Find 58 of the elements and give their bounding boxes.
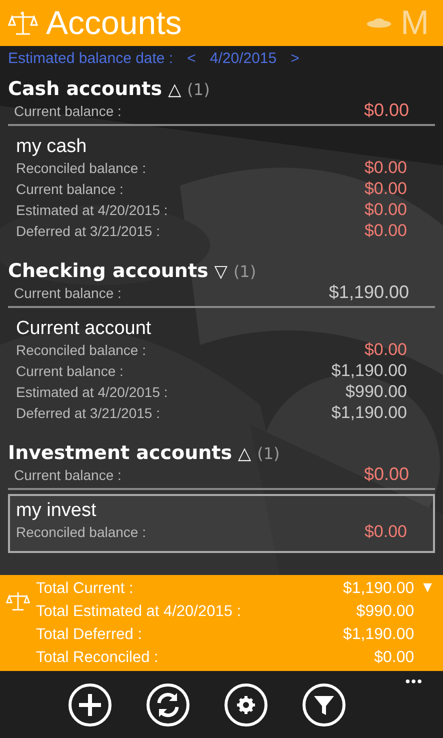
- add-button[interactable]: [68, 682, 112, 726]
- balance-label: Reconciled balance :: [16, 524, 146, 540]
- balance-value: $0.00: [364, 200, 408, 220]
- account-name: my invest: [15, 500, 98, 522]
- group-count: (1): [257, 444, 280, 463]
- balance-label: Reconciled balance :: [16, 342, 146, 358]
- balance-value: $1,190.00: [331, 403, 408, 423]
- account-card[interactable]: my invest Reconciled balance : $0.00: [8, 494, 435, 553]
- previous-date-button[interactable]: <: [183, 50, 200, 66]
- sync-button[interactable]: [146, 682, 190, 726]
- balance-value: $1,190.00: [328, 282, 410, 303]
- balance-value: $0.00: [364, 464, 410, 485]
- balance-value: $990.00: [346, 382, 408, 402]
- page-title: Accounts: [46, 4, 182, 42]
- total-value: $990.00: [356, 602, 414, 620]
- filter-button[interactable]: [302, 682, 346, 726]
- balance-label: Deferred at 3/21/2015 :: [16, 223, 160, 239]
- group-toggle[interactable]: △: [238, 444, 252, 464]
- balance-label: Current balance :: [14, 467, 122, 483]
- balance-label: Current balance :: [16, 363, 124, 379]
- scale-icon: [6, 589, 30, 613]
- balance-value: $0.00: [364, 179, 408, 199]
- balance-label: Deferred at 3/21/2015 :: [16, 405, 160, 421]
- balance-value: $1,190.00: [331, 361, 408, 381]
- balance-label: Current balance :: [14, 285, 122, 301]
- balance-value: $0.00: [364, 522, 408, 542]
- total-label: Total Current :: [36, 580, 134, 598]
- group-title[interactable]: Cash accounts: [8, 78, 162, 100]
- date-label: Estimated balance date :: [8, 50, 174, 66]
- total-label: Total Deferred :: [36, 626, 142, 644]
- balance-value: $0.00: [364, 221, 408, 241]
- total-value: $1,190.00: [342, 580, 414, 598]
- account-card[interactable]: my cash Reconciled balance : $0.00 Current balance : $0.00 Estimated at 4/20/2015 : $0.00 Deferred at 3/21/2015 : $0.00: [8, 130, 435, 252]
- total-value: $1,190.00: [342, 626, 414, 644]
- total-label: Total Estimated at 4/20/2015 :: [36, 602, 242, 620]
- group-count: (1): [187, 80, 210, 99]
- balance-label: Current balance :: [14, 103, 122, 119]
- total-value: $0.00: [374, 648, 414, 666]
- account-name: Current account: [15, 318, 152, 340]
- group-title[interactable]: Investment accounts: [8, 442, 232, 464]
- group-count: (1): [233, 262, 256, 281]
- balance-label: Current balance :: [16, 181, 124, 197]
- balance-value: $0.00: [364, 340, 408, 360]
- total-label: Total Reconciled :: [36, 648, 158, 666]
- balance-value: $0.00: [364, 158, 408, 178]
- balance-value: $0.00: [364, 100, 410, 121]
- group-toggle[interactable]: ▽: [214, 262, 228, 282]
- more-button[interactable]: •••: [405, 673, 423, 689]
- account-name: my cash: [15, 136, 88, 158]
- account-card[interactable]: Current account Reconciled balance : $0.00 Current balance : $1,190.00 Estimated at 4/20/2015 : $990.00 Deferred at 3/21/2015 : $1,190.00: [8, 312, 435, 434]
- balance-label: Reconciled balance :: [16, 160, 146, 176]
- settings-button[interactable]: [224, 682, 268, 726]
- balance-label: Estimated at 4/20/2015 :: [16, 202, 168, 218]
- next-date-button[interactable]: >: [286, 50, 304, 66]
- group-toggle[interactable]: △: [168, 80, 182, 100]
- group-title[interactable]: Checking accounts: [8, 260, 208, 282]
- balance-label: Estimated at 4/20/2015 :: [16, 384, 168, 400]
- date-value[interactable]: 4/20/2015: [210, 50, 277, 66]
